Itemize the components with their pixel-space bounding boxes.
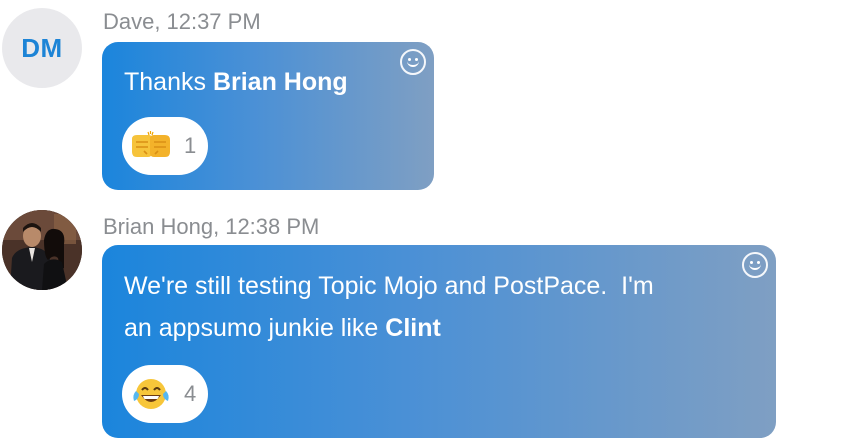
message-text-line: We're still testing Topic Mojo and PostP… — [124, 272, 654, 300]
message-meta: Brian Hong, 12:38 PM — [103, 214, 320, 239]
fist-bump-icon — [132, 131, 170, 157]
avatar-initials: DM — [21, 32, 63, 63]
avatar[interactable] — [2, 210, 82, 290]
message-bubble: We're still testing Topic Mojo and PostP… — [102, 245, 776, 438]
reaction-count: 1 — [184, 133, 197, 158]
reaction-count: 4 — [184, 381, 197, 406]
message-bubble: Thanks Brian Hong 1 — [102, 42, 434, 190]
message-text-prefix: Thanks — [124, 68, 213, 96]
message-time: 12:38 PM — [225, 214, 320, 239]
profile-photo — [2, 210, 82, 290]
message-meta: Dave, 12:37 PM — [103, 9, 261, 34]
reaction-pill[interactable]: 4 — [122, 365, 208, 423]
reaction-pill[interactable]: 1 — [122, 117, 208, 175]
message-time: 12:37 PM — [166, 9, 261, 34]
author-name: Brian Hong — [103, 214, 214, 239]
message-text-line: an appsumo junkie like Clint — [124, 307, 654, 349]
add-reaction-icon[interactable] — [742, 252, 768, 278]
add-reaction-icon[interactable] — [400, 49, 426, 75]
message-text: Thanks Brian Hong — [124, 61, 348, 103]
message-text-prefix: an appsumo junkie like — [124, 314, 386, 342]
mention[interactable]: Brian Hong — [213, 68, 348, 96]
message-text: We're still testing Topic Mojo and PostP… — [124, 265, 654, 349]
mention[interactable]: Clint — [385, 314, 441, 342]
tears-of-joy-icon — [133, 379, 169, 409]
chat-thread: DM Dave, 12:37 PM Thanks Brian Hong 1 Br… — [0, 0, 842, 444]
avatar[interactable]: DM — [2, 8, 82, 88]
author-name: Dave — [103, 9, 155, 34]
